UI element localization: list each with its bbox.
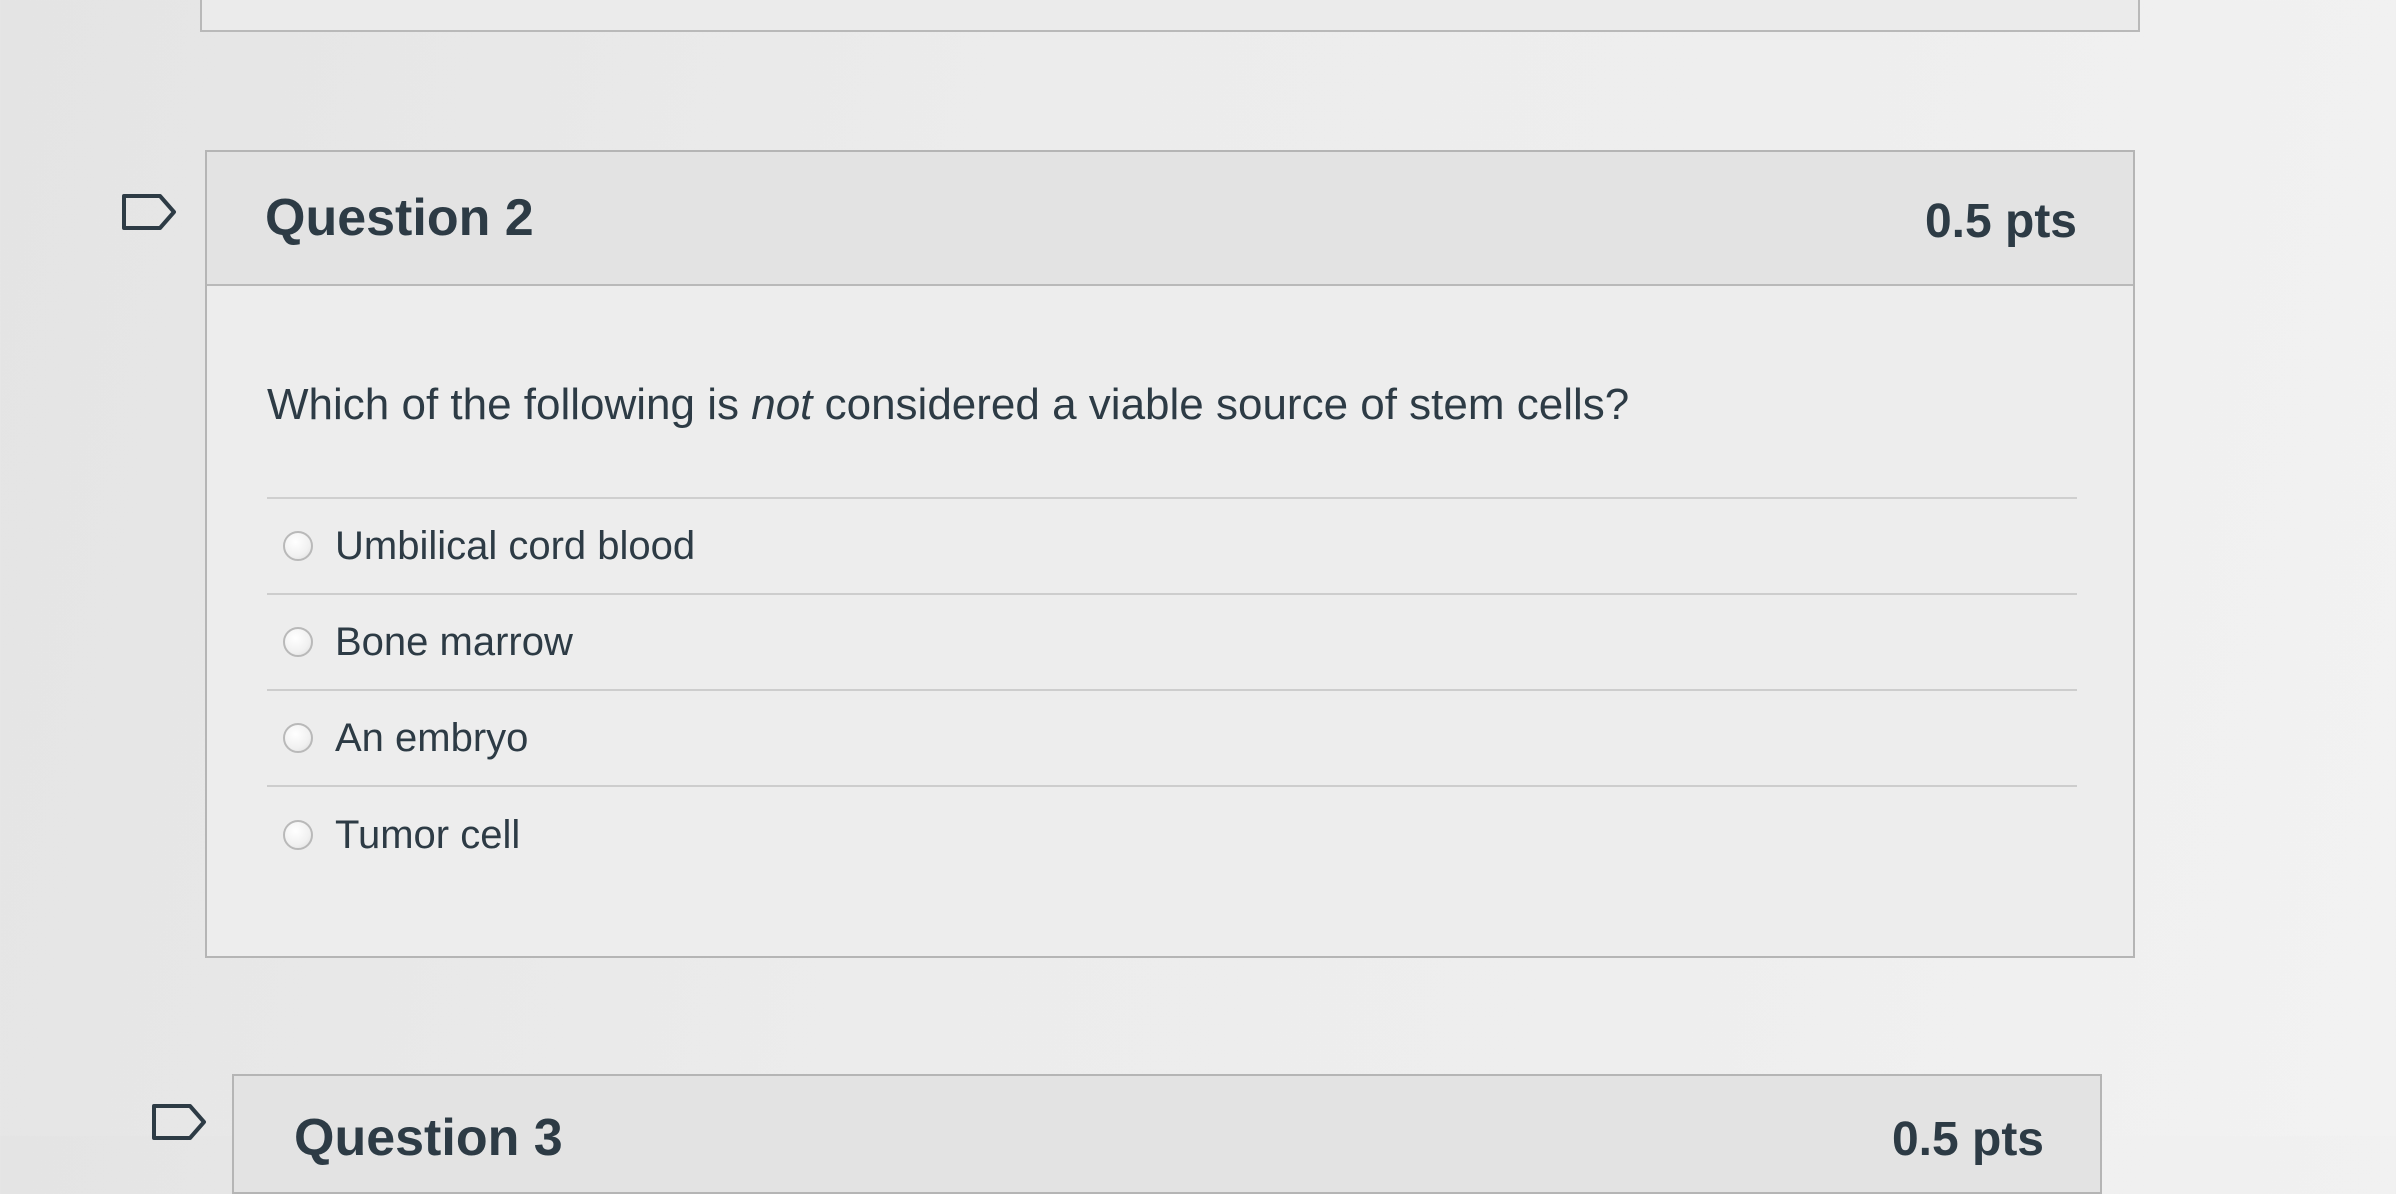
answer-list: Umbilical cord blood Bone marrow An embr… <box>267 497 2077 883</box>
question-title: Question 2 <box>265 189 534 247</box>
question-text-end: considered a viable source of stem cells… <box>812 380 1630 429</box>
question-text-start: Which of the following is <box>267 380 752 429</box>
answer-label[interactable]: An embryo <box>335 716 528 761</box>
flag-question-icon[interactable] <box>150 1102 208 1142</box>
next-question-title: Question 3 <box>294 1109 563 1167</box>
answer-option-1[interactable]: Umbilical cord blood <box>267 499 2077 595</box>
radio-unselected-icon[interactable] <box>283 627 313 657</box>
answer-option-2[interactable]: Bone marrow <box>267 595 2077 691</box>
previous-question-card <box>200 0 2140 32</box>
question-header: Question 2 0.5 pts <box>207 152 2133 286</box>
question-card: Question 2 0.5 pts Which of the followin… <box>205 150 2135 958</box>
answer-option-4[interactable]: Tumor cell <box>267 787 2077 883</box>
answer-label[interactable]: Bone marrow <box>335 620 573 665</box>
flag-question-icon[interactable] <box>120 192 178 232</box>
radio-unselected-icon[interactable] <box>283 531 313 561</box>
question-points: 0.5 pts <box>1924 195 2077 248</box>
answer-option-3[interactable]: An embryo <box>267 691 2077 787</box>
answer-label[interactable]: Umbilical cord blood <box>335 524 695 569</box>
next-question-points: 0.5 pts <box>1891 1113 2044 1166</box>
radio-unselected-icon[interactable] <box>283 820 313 850</box>
radio-unselected-icon[interactable] <box>283 723 313 753</box>
next-question-card: Question 3 0.5 pts <box>232 1074 2102 1194</box>
answer-label[interactable]: Tumor cell <box>335 813 520 858</box>
question-text-emphasis: not <box>751 380 813 429</box>
question-text: Which of the following is not considered… <box>267 380 1629 430</box>
